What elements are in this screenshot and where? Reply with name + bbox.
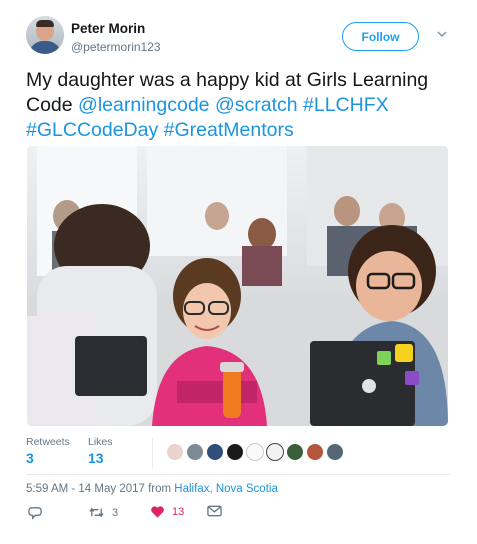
retweet-button[interactable]: 3	[88, 505, 118, 520]
user-handle[interactable]: @petermorin123	[71, 40, 161, 54]
liker-avatar[interactable]	[226, 443, 244, 461]
liker-avatar[interactable]	[166, 443, 184, 461]
tweet-text: My daughter was a happy kid at Girls Lea…	[26, 68, 456, 143]
likers-avatars	[166, 443, 344, 463]
engagement-stats: Retweets 3 Likes 13	[26, 436, 456, 470]
liker-avatar[interactable]	[206, 443, 224, 461]
reply-icon	[28, 507, 42, 520]
retweets-count: 3	[26, 450, 34, 466]
like-count: 13	[172, 506, 185, 518]
tweet-timestamp: 5:59 AM - 14 May 2017 from Halifax, Nova…	[26, 483, 278, 495]
liker-avatar[interactable]	[266, 443, 284, 461]
tweet-actions: 3 13	[26, 505, 446, 525]
heart-icon	[151, 506, 164, 518]
likes-stat[interactable]: Likes 13	[88, 436, 113, 466]
retweet-icon	[89, 507, 104, 518]
retweets-label: Retweets	[26, 436, 70, 448]
mention-learningcode[interactable]: @learningcode	[78, 94, 209, 116]
liker-avatar[interactable]	[306, 443, 324, 461]
hashtag-llchfx[interactable]: #LLCHFX	[303, 94, 389, 116]
avatar[interactable]	[26, 16, 64, 54]
like-button[interactable]: 13	[150, 505, 184, 519]
hashtag-glccodeday[interactable]: #GLCCodeDay	[26, 119, 158, 141]
liker-avatar[interactable]	[326, 443, 344, 461]
liker-avatar[interactable]	[246, 443, 264, 461]
chevron-down-icon[interactable]	[436, 28, 448, 40]
mention-scratch[interactable]: @scratch	[215, 94, 298, 116]
tweet-photo[interactable]	[27, 146, 448, 426]
tweet-location[interactable]: Halifax, Nova Scotia	[174, 483, 278, 495]
liker-avatar[interactable]	[286, 443, 304, 461]
retweets-stat[interactable]: Retweets 3	[26, 436, 70, 466]
user-name[interactable]: Peter Morin	[71, 21, 145, 36]
classroom-photo	[27, 146, 448, 426]
divider	[26, 474, 451, 475]
likes-label: Likes	[88, 436, 113, 448]
liker-avatar[interactable]	[186, 443, 204, 461]
stats-divider	[152, 438, 153, 468]
reply-button[interactable]	[28, 505, 43, 520]
tweet-time[interactable]: 5:59 AM - 14 May 2017 from	[26, 483, 174, 495]
message-button[interactable]	[207, 505, 222, 517]
hashtag-greatmentors[interactable]: #GreatMentors	[164, 119, 294, 141]
envelope-icon	[207, 505, 222, 517]
tweet-header: Peter Morin @petermorin123 Follow	[26, 16, 456, 60]
likes-count: 13	[88, 450, 104, 466]
retweet-count: 3	[112, 506, 119, 519]
follow-button[interactable]: Follow	[342, 22, 419, 51]
